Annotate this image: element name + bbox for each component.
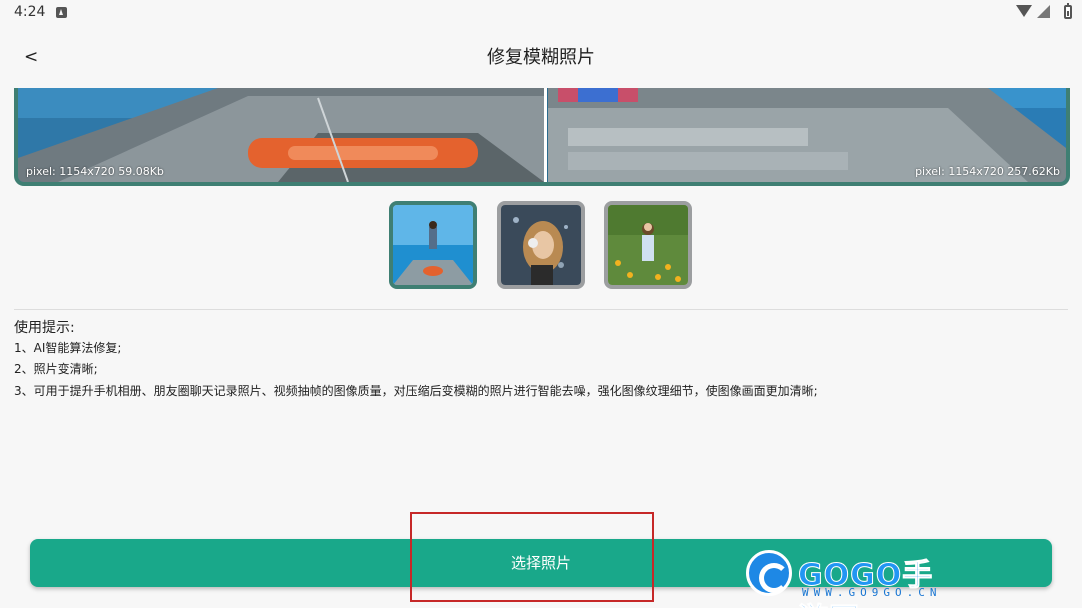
section-divider xyxy=(14,309,1068,310)
battery-icon xyxy=(1064,3,1072,19)
tip-item: 2、照片变清晰; xyxy=(14,362,98,376)
tip-item: 3、可用于提升手机相册、朋友圈聊天记录照片、视频抽帧的图像质量，对压缩后变模糊的… xyxy=(14,384,818,398)
original-pixel-info: pixel: 1154x720 59.08Kb xyxy=(26,165,164,178)
wifi-icon xyxy=(1016,5,1032,17)
signal-icon xyxy=(1037,5,1050,18)
app-bar: < 修复模糊照片 xyxy=(0,26,1082,88)
thumbnail-girl-on-boat[interactable] xyxy=(389,201,477,289)
gogo-logo-icon xyxy=(746,550,792,596)
watermark-brand: GOGO手游网 xyxy=(798,558,934,608)
status-time: 4:24 xyxy=(14,4,46,20)
before-after-compare[interactable]: pixel: 1154x720 59.08Kb pixel: 1154x720 … xyxy=(14,88,1070,186)
restored-pixel-info: pixel: 1154x720 257.62Kb xyxy=(915,165,1060,178)
tip-item: 1、AI智能算法修复; xyxy=(14,341,122,355)
thumbnail-girl-in-flower-field[interactable] xyxy=(604,201,692,289)
thumbnail-girl-with-headphones[interactable] xyxy=(497,201,585,289)
tips-title: 使用提示: xyxy=(14,320,75,336)
notification-a-icon xyxy=(56,7,67,18)
watermark-url: WWW.GO9GO.CN xyxy=(802,586,942,599)
gogo-watermark: GOGO手游网 WWW.GO9GO.CN xyxy=(746,548,956,608)
page-title: 修复模糊照片 xyxy=(487,47,595,68)
sample-thumbnails xyxy=(0,201,1082,289)
status-bar: 4:24 xyxy=(0,0,1082,26)
compare-divider-handle[interactable] xyxy=(544,88,547,182)
